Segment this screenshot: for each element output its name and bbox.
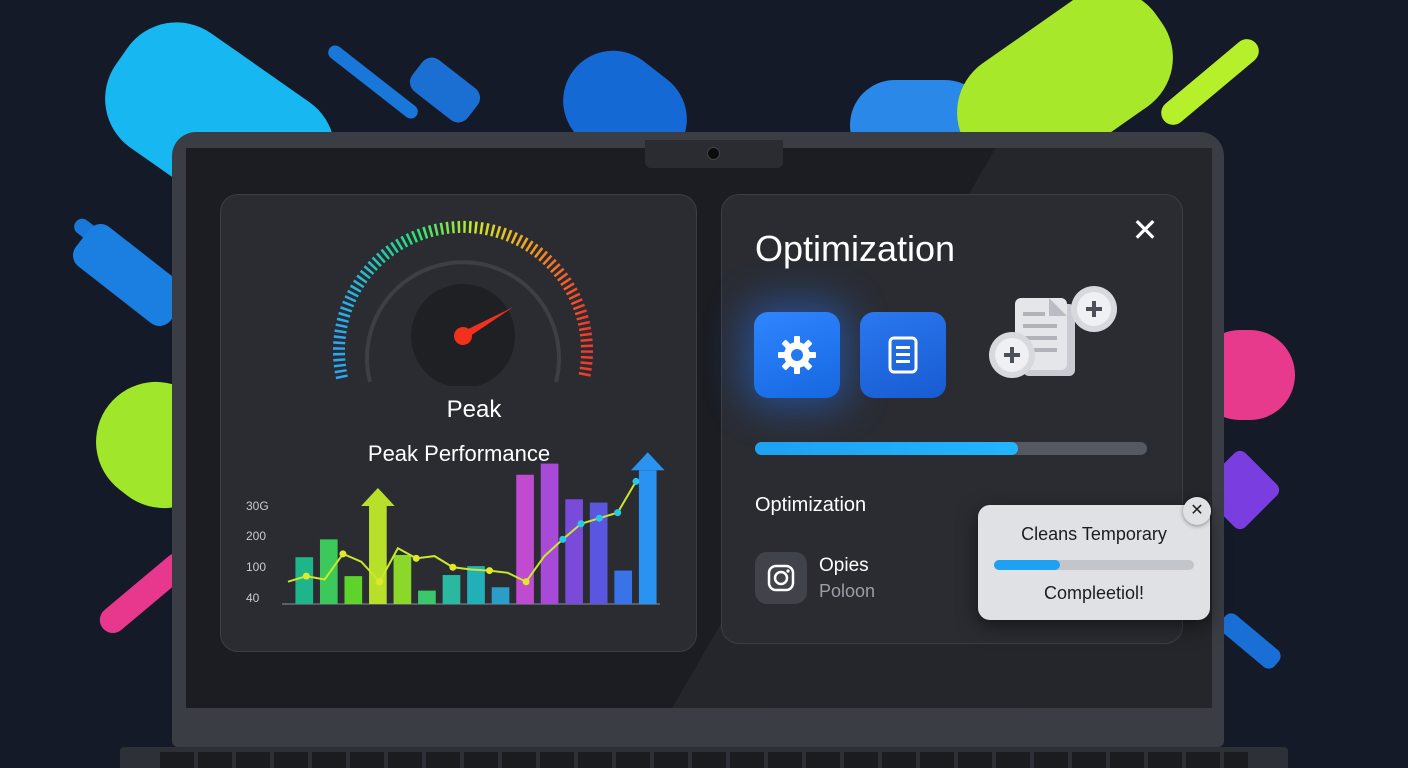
chart-point — [577, 520, 585, 528]
chart-point — [376, 578, 384, 586]
chart-bar — [614, 570, 633, 604]
background-shape — [405, 52, 485, 128]
chart-point — [449, 563, 457, 571]
chart-bar — [491, 587, 510, 604]
chart-point — [412, 554, 420, 562]
y-tick-label: 30G — [246, 499, 269, 513]
chart-bar — [638, 470, 657, 604]
toast-progress — [994, 560, 1194, 570]
webcam — [707, 147, 720, 160]
y-tick-label: 100 — [246, 560, 266, 574]
chart-point — [559, 535, 567, 543]
toast-title: Cleans Temporary — [1021, 524, 1167, 544]
document-button[interactable] — [860, 312, 946, 398]
optimization-progress-fill — [755, 442, 1018, 455]
document-icon — [888, 336, 918, 374]
chart-bar — [369, 505, 387, 604]
performance-chart: 40 100 200 30G — [246, 452, 665, 605]
chart-bar — [418, 590, 436, 604]
optimization-progress — [755, 442, 1147, 455]
keyboard — [160, 752, 1248, 768]
chart-point — [632, 477, 640, 485]
y-tick-label: 200 — [246, 529, 266, 543]
chart-line — [287, 480, 637, 584]
chart-arrow — [361, 487, 395, 506]
camera-icon — [767, 564, 795, 592]
chart-point — [339, 550, 347, 558]
chart-bar — [565, 499, 583, 604]
close-button[interactable]: ✕ — [1128, 214, 1162, 248]
chart-point — [485, 567, 493, 575]
add-files-icon[interactable] — [985, 282, 1125, 382]
chart-bar — [442, 575, 461, 604]
y-tick-label: 40 — [246, 591, 260, 605]
chart-bar — [393, 554, 412, 604]
item-subtitle: Poloon — [819, 581, 876, 601]
gauge-title: Peak — [446, 396, 502, 423]
chart-arrow — [630, 452, 665, 471]
optimization-subtitle: Optimization — [755, 494, 867, 516]
toast-close-button[interactable]: ✕ — [1183, 497, 1211, 525]
chart-bar — [319, 539, 338, 604]
speed-gauge — [333, 220, 593, 386]
gear-button[interactable] — [754, 312, 840, 398]
item-title: Opies — [819, 555, 869, 576]
toast-progress-fill — [994, 560, 1060, 570]
optimization-title: Optimization — [755, 228, 956, 269]
chart-point — [614, 509, 622, 517]
background-shape — [1216, 610, 1284, 672]
item-icon-button[interactable] — [755, 552, 807, 604]
gear-icon — [778, 336, 816, 374]
toast-status: Compleetiol! — [1043, 583, 1145, 603]
chart-point — [302, 572, 310, 580]
chart-bar — [540, 463, 559, 604]
background-shape — [325, 42, 421, 122]
chart-bar — [295, 557, 314, 604]
chart-point — [522, 578, 530, 586]
chart-bar — [467, 566, 485, 604]
chart-point — [595, 514, 603, 522]
chart-bar — [344, 576, 363, 604]
